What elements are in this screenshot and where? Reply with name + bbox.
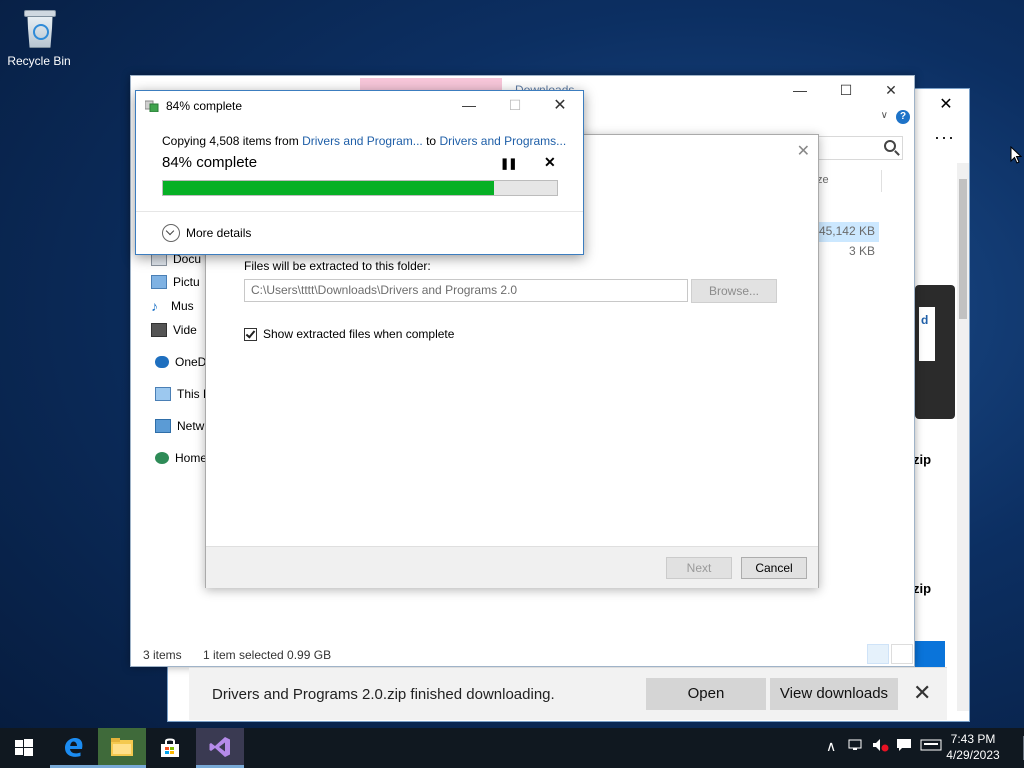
volume-muted-icon[interactable] [872, 738, 890, 755]
edge-more-menu-icon[interactable]: ··· [934, 127, 955, 148]
copy-maximize-button: ☐ [508, 96, 522, 113]
copy-description: Copying 4,508 items from Drivers and Pro… [162, 134, 567, 148]
copy-progress-dialog[interactable]: 84% complete — ☐ ✕ Copying 4,508 items f… [135, 90, 584, 255]
nav-network[interactable]: Netw [155, 416, 204, 436]
copy-progress-bar [162, 180, 558, 196]
taskbar-store-button[interactable] [146, 728, 194, 768]
show-extracted-files-label: Show extracted files when complete [263, 327, 455, 341]
taskbar-edge-button[interactable] [50, 728, 98, 768]
copy-divider [136, 211, 583, 212]
taskbar-explorer-button[interactable] [98, 728, 146, 768]
column-separator [881, 170, 882, 192]
cancel-button[interactable]: Cancel [741, 557, 807, 579]
explorer-close-button[interactable]: ✕ [868, 76, 914, 104]
this-pc-icon [155, 387, 171, 401]
copy-progress-fill [163, 181, 494, 195]
next-button[interactable]: Next [666, 557, 732, 579]
nav-music[interactable]: ♪ Mus [151, 296, 194, 316]
visual-studio-icon [209, 736, 230, 757]
recycle-bin[interactable]: Recycle Bin [4, 6, 74, 68]
checkbox-checked-icon[interactable] [244, 327, 257, 341]
edge-scroll-thumb[interactable] [959, 179, 967, 319]
ribbon-expand-icon[interactable]: ∨ [881, 110, 888, 121]
explorer-maximize-button[interactable]: ☐ [823, 76, 869, 104]
show-extracted-files-checkbox[interactable]: Show extracted files when complete [244, 327, 454, 341]
onedrive-icon [155, 356, 169, 368]
help-icon[interactable]: ? [896, 110, 910, 124]
homegroup-icon [155, 452, 169, 464]
pause-button[interactable]: ❚❚ [500, 157, 517, 170]
recycle-bin-icon [21, 8, 57, 48]
nav-pictures[interactable]: Pictu [151, 272, 200, 292]
explorer-search-input[interactable] [811, 136, 903, 160]
extract-folder-label: Files will be extracted to this folder: [244, 259, 431, 273]
nav-onedrive[interactable]: OneD [155, 352, 206, 372]
nav-videos[interactable]: Vide [151, 320, 197, 340]
network-icon [155, 419, 171, 433]
destination-link[interactable]: Drivers and Programs... [439, 134, 566, 148]
extract-folder-path-input[interactable]: C:\Users\tttt\Downloads\Drivers and Prog… [244, 279, 688, 302]
side-panel-text: d [921, 313, 929, 327]
search-icon [884, 140, 896, 152]
copy-icon [145, 100, 159, 112]
download-item-2[interactable]: zip [913, 581, 931, 596]
open-download-button[interactable]: Open [646, 678, 766, 710]
status-item-count: 3 items [143, 648, 182, 662]
mouse-cursor-icon [1010, 146, 1022, 164]
download-bar-close-icon[interactable]: ✕ [913, 682, 931, 704]
pictures-icon [151, 275, 167, 289]
more-details-button[interactable]: More details [162, 224, 251, 242]
view-downloads-button[interactable]: View downloads [770, 678, 898, 710]
download-item-1[interactable]: zip [913, 452, 931, 467]
source-link[interactable]: Drivers and Program... [302, 134, 423, 148]
show-hidden-icons-chevron-up-icon[interactable]: ∧ [826, 738, 836, 755]
copy-percent-text: 84% complete [162, 154, 258, 171]
recycle-bin-label: Recycle Bin [7, 54, 71, 68]
start-icon [15, 739, 33, 756]
copy-minimize-button[interactable]: — [446, 91, 492, 119]
more-details-label: More details [186, 226, 252, 240]
edge-scrollbar[interactable] [957, 163, 969, 711]
action-center-icon[interactable] [896, 738, 912, 755]
status-selection: 1 item selected 0.99 GB [203, 648, 332, 662]
browse-button[interactable]: Browse... [691, 279, 777, 303]
edge-close-button[interactable]: ✕ [923, 89, 969, 119]
file-explorer-icon [111, 737, 133, 756]
chevron-down-icon [162, 224, 180, 242]
download-message: Drivers and Programs 2.0.zip finished do… [212, 686, 555, 703]
wizard-close-button[interactable]: ✕ [797, 141, 810, 161]
edge-icon [65, 737, 83, 757]
nav-homegroup[interactable]: Home [155, 448, 207, 468]
network-status-icon[interactable] [848, 738, 864, 755]
copy-dialog-title: 84% complete [166, 99, 243, 113]
taskbar-clock[interactable]: 7:43 PM 4/29/2023 [938, 731, 1008, 763]
videos-icon [151, 323, 167, 337]
store-icon [161, 738, 179, 757]
details-view-icon[interactable] [867, 644, 889, 664]
clock-time: 7:43 PM [950, 732, 996, 746]
taskbar-visual-studio-button[interactable] [196, 728, 244, 768]
nav-this-pc[interactable]: This P [155, 384, 211, 404]
music-icon: ♪ [151, 298, 158, 314]
large-icons-view-icon[interactable] [891, 644, 913, 664]
start-button[interactable] [0, 728, 48, 768]
edge-blue-button[interactable] [915, 641, 945, 669]
edge-side-panel: d [915, 285, 955, 419]
copy-close-button[interactable]: ✕ [537, 91, 583, 119]
wizard-footer: Next Cancel [206, 546, 818, 588]
stop-button[interactable]: ✕ [544, 154, 556, 171]
clock-date: 4/29/2023 [946, 748, 1000, 762]
download-notification-bar: Drivers and Programs 2.0.zip finished do… [189, 667, 947, 720]
explorer-minimize-button[interactable]: — [777, 76, 823, 104]
taskbar: ∧ 7:43 PM 4/29/2023 [0, 728, 1024, 768]
